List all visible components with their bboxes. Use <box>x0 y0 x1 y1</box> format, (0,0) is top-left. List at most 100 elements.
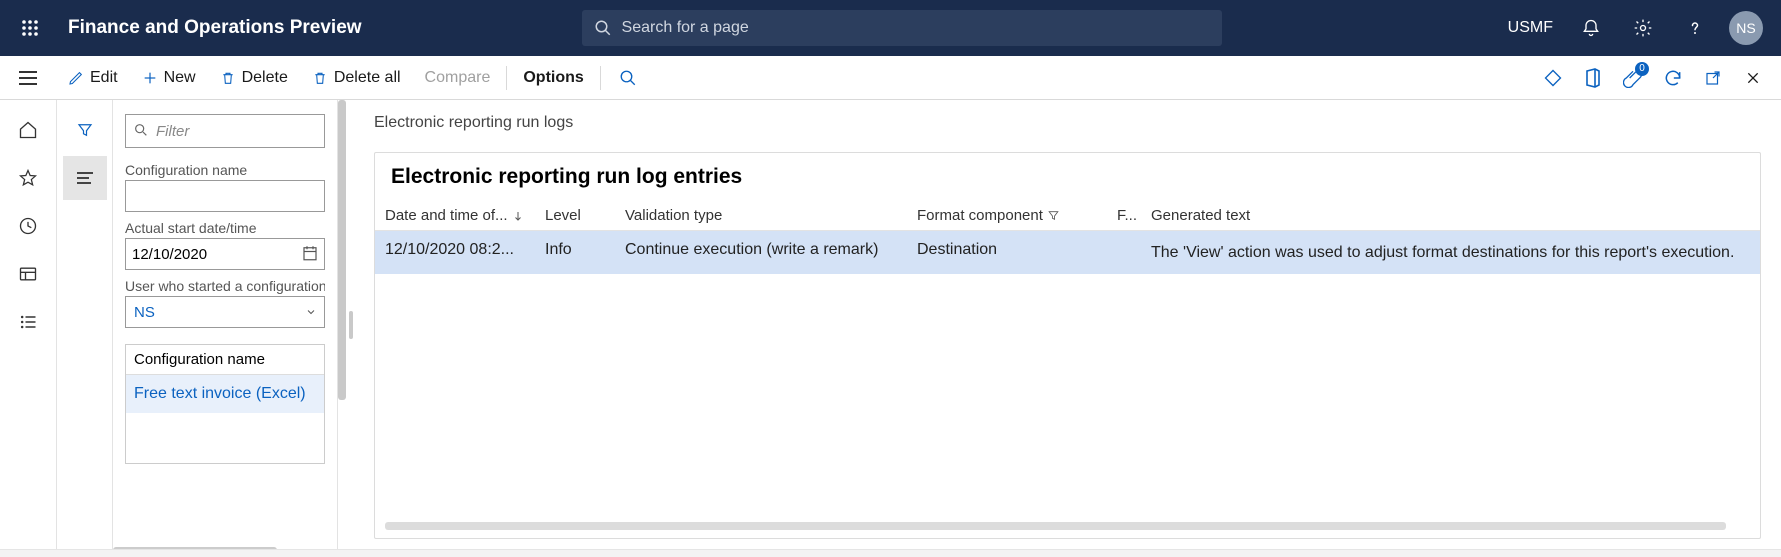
divider <box>600 66 601 90</box>
search-icon <box>594 19 612 37</box>
footer-bar <box>0 549 1781 557</box>
help-button[interactable] <box>1673 6 1717 50</box>
global-search-input[interactable] <box>622 19 1210 37</box>
grid-body: 12/10/2020 08:2... Info Continue executi… <box>375 231 1760 522</box>
office-button[interactable] <box>1573 58 1613 98</box>
config-list-row[interactable]: Free text invoice (Excel) <box>126 375 324 413</box>
filter-side-panel: Configuration name Actual start date/tim… <box>112 100 338 549</box>
user-label: User who started a configuration <box>125 278 325 294</box>
content-area: Configuration name Actual start date/tim… <box>56 100 1781 549</box>
col-level-label: Level <box>545 207 581 224</box>
nav-modules[interactable] <box>6 300 50 344</box>
attachments-button[interactable]: 0 <box>1613 58 1653 98</box>
actual-start-label: Actual start date/time <box>125 220 325 236</box>
sort-desc-icon <box>512 209 524 223</box>
config-list: Configuration name Free text invoice (Ex… <box>125 344 325 464</box>
plus-icon <box>142 70 158 86</box>
action-bar: Edit New Delete Delete all Compare Optio… <box>0 56 1781 100</box>
options-label: Options <box>523 69 583 87</box>
nav-favorites[interactable] <box>6 156 50 200</box>
nav-home[interactable] <box>6 108 50 152</box>
grid-hscroll[interactable] <box>385 522 1750 532</box>
list-icon <box>18 312 38 332</box>
nav-toggle-button[interactable] <box>0 56 56 100</box>
col-validation-type[interactable]: Validation type <box>625 207 917 224</box>
config-name-input[interactable] <box>125 180 325 212</box>
nav-rail <box>0 100 56 557</box>
notifications-button[interactable] <box>1569 6 1613 50</box>
delete-all-button[interactable]: Delete all <box>300 56 413 100</box>
config-name-label: Configuration name <box>125 162 325 178</box>
col-f-label: F... <box>1117 207 1137 224</box>
cell-format-component: Destination <box>917 241 1117 264</box>
popout-icon <box>1704 69 1722 87</box>
nav-workspaces[interactable] <box>6 252 50 296</box>
col-datetime[interactable]: Date and time of... <box>385 207 545 224</box>
refresh-icon <box>1663 68 1683 88</box>
col-f[interactable]: F... <box>1117 207 1151 224</box>
card-title: Electronic reporting run log entries <box>375 153 1760 201</box>
splitter[interactable] <box>346 100 356 549</box>
edit-button[interactable]: Edit <box>56 56 130 100</box>
new-label: New <box>164 69 196 87</box>
new-button[interactable]: New <box>130 56 208 100</box>
gear-icon <box>1633 18 1653 38</box>
action-search-button[interactable] <box>605 56 651 100</box>
config-list-header: Configuration name <box>126 345 324 375</box>
col-format-label: Format component <box>917 207 1043 224</box>
nav-recent[interactable] <box>6 204 50 248</box>
filter-input[interactable] <box>125 114 325 148</box>
office-icon <box>1584 68 1602 88</box>
star-icon <box>18 168 38 188</box>
home-icon <box>18 120 38 140</box>
company-picker[interactable]: USMF <box>1500 19 1561 37</box>
close-icon <box>1745 70 1761 86</box>
attachments-badge: 0 <box>1635 62 1649 76</box>
settings-button[interactable] <box>1621 6 1665 50</box>
cell-validation-type: Continue execution (write a remark) <box>625 241 917 264</box>
cell-level: Info <box>545 241 625 264</box>
calendar-icon <box>301 244 319 262</box>
grid-row[interactable]: 12/10/2020 08:2... Info Continue executi… <box>375 231 1760 274</box>
close-button[interactable] <box>1733 58 1773 98</box>
app-launcher-button[interactable] <box>10 8 50 48</box>
cell-generated-text: The 'View' action was used to adjust for… <box>1151 241 1750 264</box>
popout-button[interactable] <box>1693 58 1733 98</box>
calendar-button[interactable] <box>301 244 319 267</box>
delete-button[interactable]: Delete <box>208 56 300 100</box>
divider <box>506 66 507 90</box>
edit-label: Edit <box>90 69 118 87</box>
waffle-icon <box>21 19 39 37</box>
search-icon <box>619 69 637 87</box>
col-generated-label: Generated text <box>1151 207 1250 224</box>
delete-all-label: Delete all <box>334 69 401 87</box>
grid-header: Date and time of... Level Validation typ… <box>375 201 1760 231</box>
col-level[interactable]: Level <box>545 207 625 224</box>
user-select[interactable]: NS <box>125 296 325 328</box>
cell-datetime: 12/10/2020 08:2... <box>385 241 545 264</box>
er-button[interactable] <box>1533 58 1573 98</box>
user-avatar[interactable]: NS <box>1729 11 1763 45</box>
compare-button: Compare <box>413 56 503 100</box>
page-breadcrumb: Electronic reporting run logs <box>374 114 1761 132</box>
list-pane-toggle[interactable] <box>63 156 107 200</box>
sidepanel-vscroll[interactable] <box>338 100 346 549</box>
trash-icon <box>220 70 236 86</box>
col-format-component[interactable]: Format component <box>917 207 1117 224</box>
bell-icon <box>1581 18 1601 38</box>
delete-label: Delete <box>242 69 288 87</box>
col-generated-text[interactable]: Generated text <box>1151 207 1750 224</box>
filter-pane-toggle[interactable] <box>63 108 107 152</box>
compare-label: Compare <box>425 69 491 87</box>
help-icon <box>1685 18 1705 38</box>
diamond-icon <box>1543 68 1563 88</box>
global-search[interactable] <box>582 10 1222 46</box>
cell-f <box>1117 241 1151 264</box>
options-button[interactable]: Options <box>511 56 595 100</box>
refresh-button[interactable] <box>1653 58 1693 98</box>
app-title: Finance and Operations Preview <box>68 17 362 39</box>
trash-icon <box>312 70 328 86</box>
main-pane: Electronic reporting run logs Electronic… <box>356 100 1781 549</box>
actual-start-input[interactable] <box>125 238 325 270</box>
lines-icon <box>76 171 94 185</box>
